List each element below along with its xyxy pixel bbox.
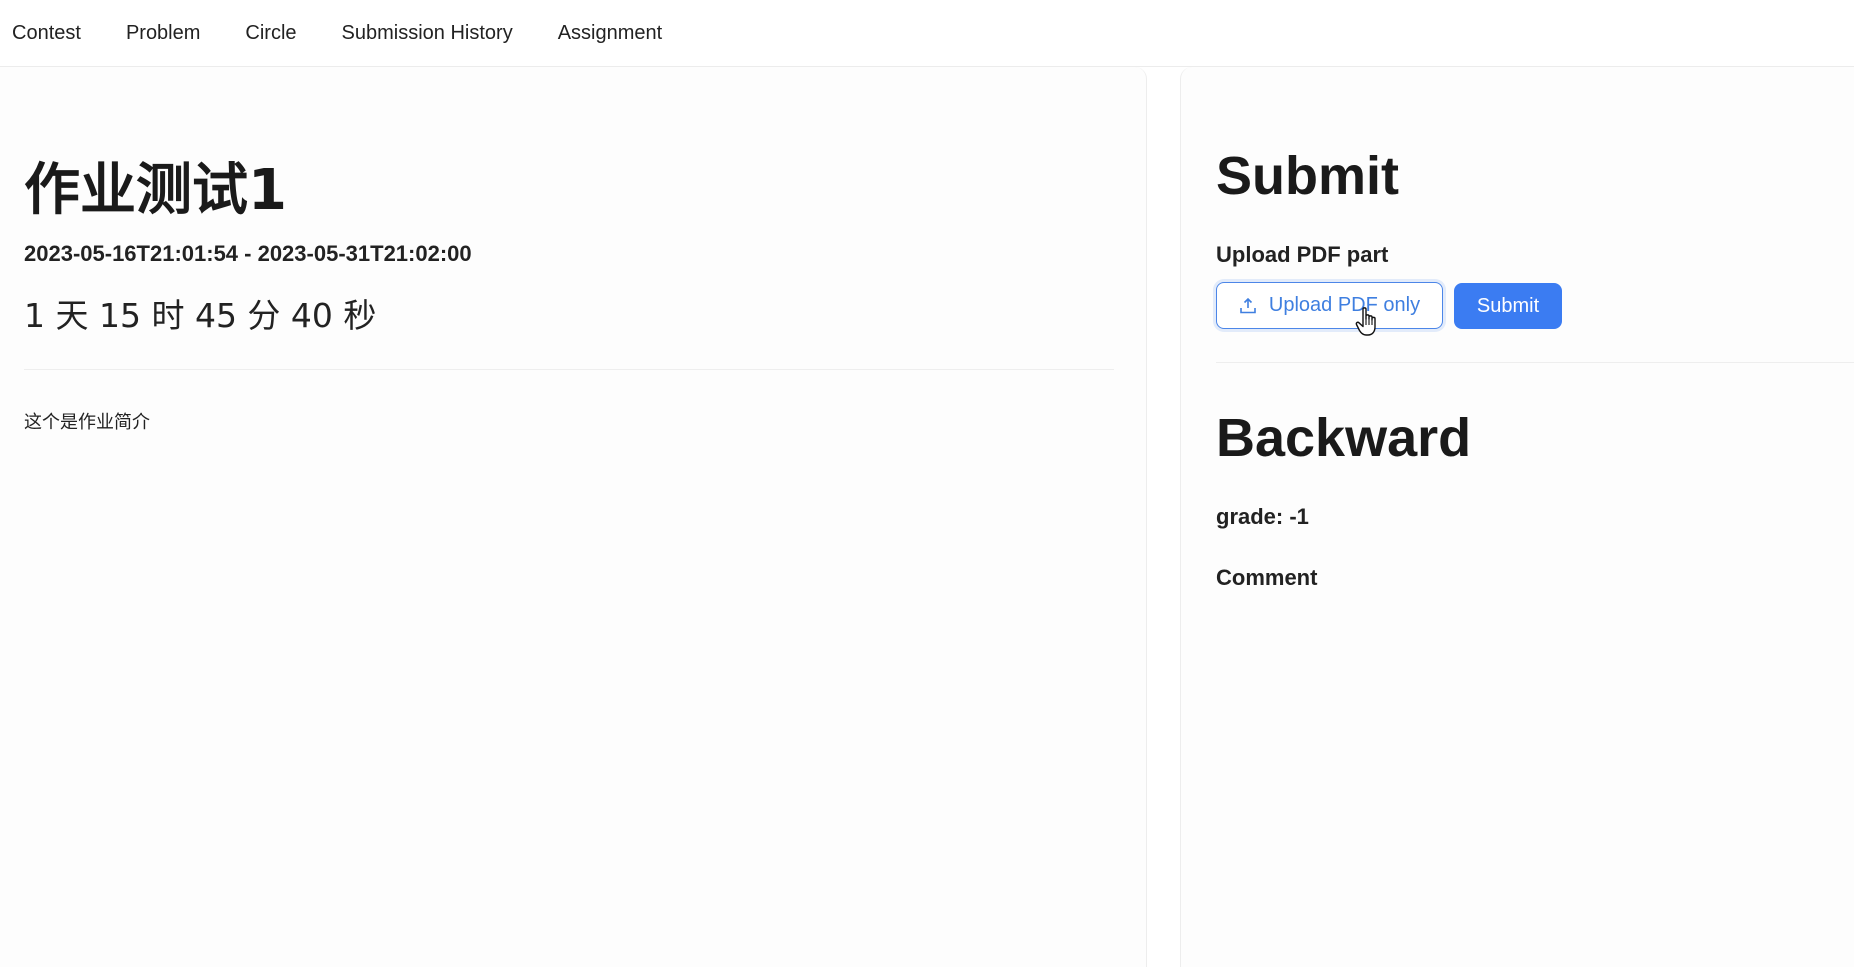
nav-item-problem[interactable]: Problem — [126, 22, 200, 45]
divider — [1216, 362, 1854, 363]
divider — [24, 369, 1114, 370]
top-nav: Contest Problem Circle Submission Histor… — [0, 0, 1854, 67]
upload-icon — [1239, 297, 1257, 315]
hand-pointer-icon — [1354, 306, 1382, 338]
assignment-title: 作业测试1 — [24, 158, 287, 223]
upload-pdf-button-label: Upload PDF only — [1268, 294, 1421, 316]
assignment-description: 这个是作业简介 — [24, 412, 150, 433]
nav-item-circle[interactable]: Circle — [245, 22, 296, 45]
upload-pdf-button[interactable]: Upload PDF only — [1216, 282, 1443, 329]
submit-panel: Submit Upload PDF part Upload PDF only S… — [1180, 67, 1854, 967]
nav-item-submission-history[interactable]: Submission History — [342, 22, 513, 45]
upload-pdf-label: Upload PDF part — [1216, 242, 1389, 267]
assignment-detail-panel: 作业测试1 2023-05-16T21:01:54 - 2023-05-31T2… — [0, 67, 1147, 967]
nav-item-assignment[interactable]: Assignment — [558, 22, 663, 45]
grade-text: grade: -1 — [1216, 504, 1309, 529]
submit-button[interactable]: Submit — [1454, 283, 1562, 329]
nav-item-contest[interactable]: Contest — [12, 22, 81, 45]
comment-label: Comment — [1216, 565, 1318, 590]
backward-heading: Backward — [1216, 408, 1472, 468]
submit-heading: Submit — [1216, 146, 1399, 206]
assignment-time-range: 2023-05-16T21:01:54 - 2023-05-31T21:02:0… — [24, 241, 472, 266]
assignment-countdown: 1 天 15 时 45 分 40 秒 — [24, 296, 377, 335]
